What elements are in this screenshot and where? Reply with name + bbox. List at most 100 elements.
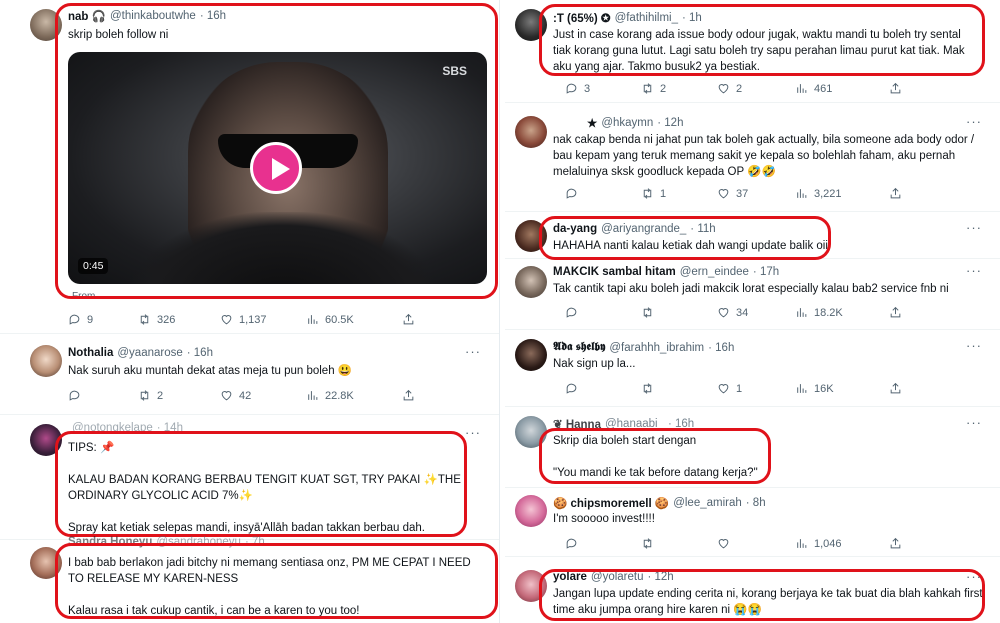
- avatar[interactable]: [515, 570, 547, 602]
- avatar[interactable]: [515, 339, 547, 371]
- tweet[interactable]: MAKCIK sambal hitam @ern_eindee · 17h ··…: [505, 260, 1000, 330]
- share-button[interactable]: [889, 537, 902, 550]
- tweet-time[interactable]: · 8h: [746, 497, 766, 509]
- more-options-button[interactable]: ···: [966, 114, 982, 129]
- author-name[interactable]: Sandra Honeyu: [68, 536, 152, 548]
- author-handle[interactable]: @fathihilmi_: [615, 12, 678, 24]
- tweet-video[interactable]: nab 🎧 @thinkaboutwhe · 16h skrip boleh f…: [0, 0, 499, 334]
- avatar[interactable]: [515, 416, 547, 448]
- avatar[interactable]: [515, 266, 547, 298]
- retweet-button[interactable]: [641, 537, 717, 550]
- author-name[interactable]: yolare: [553, 571, 587, 583]
- more-options-button[interactable]: ···: [966, 569, 982, 584]
- views-count[interactable]: 3,221: [795, 187, 889, 200]
- views-count[interactable]: 461: [795, 82, 889, 95]
- tweet-time[interactable]: · 1h: [682, 12, 702, 24]
- reply-button[interactable]: [565, 382, 641, 395]
- more-options-button[interactable]: ···: [966, 220, 982, 235]
- author-name[interactable]: :T (65%) ✪: [553, 11, 611, 25]
- tweet[interactable]: da-yang @ariyangrande_ · 11h ··· HAHAHA …: [505, 213, 1000, 259]
- share-button[interactable]: [889, 187, 902, 200]
- tweet-time[interactable]: · 16h: [187, 347, 213, 359]
- share-button[interactable]: [402, 313, 415, 326]
- share-button[interactable]: [402, 389, 415, 402]
- share-button[interactable]: [889, 82, 902, 95]
- author-handle[interactable]: @thinkaboutwhe: [110, 10, 196, 22]
- like-button[interactable]: 42: [220, 389, 306, 402]
- like-button[interactable]: 2: [717, 82, 795, 95]
- more-options-button[interactable]: ···: [465, 344, 481, 359]
- like-button[interactable]: 37: [717, 187, 795, 200]
- more-options-button[interactable]: ···: [465, 425, 481, 440]
- tweet[interactable]: ★ @hkaymn · 12h ··· nak cakap benda ni j…: [505, 104, 1000, 212]
- more-options-button[interactable]: ···: [966, 263, 982, 278]
- retweet-button[interactable]: 2: [641, 82, 717, 95]
- views-count[interactable]: 16K: [795, 382, 889, 395]
- views-count[interactable]: 18.2K: [795, 306, 889, 319]
- reply-button[interactable]: [565, 187, 641, 200]
- tweet[interactable]: ❦ Hanna @hanaabi_ · 16h ··· Skrip dia bo…: [505, 408, 1000, 488]
- retweet-button[interactable]: [641, 306, 717, 319]
- author-handle[interactable]: @hanaabi_: [605, 418, 664, 430]
- author-name[interactable]: 🍪 chipsmoremell 🍪: [553, 496, 669, 510]
- reply-button[interactable]: [68, 389, 138, 402]
- reply-button[interactable]: [565, 537, 641, 550]
- tweet-time[interactable]: · 17h: [753, 266, 779, 278]
- tweet-time[interactable]: · 14h: [157, 422, 183, 434]
- tweet[interactable]: 🍪 chipsmoremell 🍪 @lee_amirah · 8h I'm s…: [505, 489, 1000, 557]
- author-handle[interactable]: @notongkelape: [72, 422, 153, 434]
- more-options-button[interactable]: ···: [966, 415, 982, 430]
- tweet-time[interactable]: · 11h: [690, 223, 715, 235]
- author-handle[interactable]: @yolaretu: [591, 571, 644, 583]
- avatar[interactable]: [30, 547, 62, 579]
- author-name[interactable]: ★: [587, 116, 597, 130]
- avatar[interactable]: [515, 220, 547, 252]
- avatar[interactable]: [30, 424, 62, 456]
- author-handle[interactable]: @sandrahoneyu: [156, 536, 241, 548]
- like-button[interactable]: [717, 537, 795, 550]
- author-name[interactable]: da-yang: [553, 223, 597, 235]
- avatar[interactable]: [30, 9, 62, 41]
- views-count[interactable]: 1,046: [795, 537, 889, 550]
- author-handle[interactable]: @hkaymn: [601, 117, 653, 129]
- author-handle[interactable]: @yaanarose: [117, 347, 182, 359]
- avatar[interactable]: [515, 9, 547, 41]
- tweet-time[interactable]: · 12h: [647, 571, 673, 583]
- author-handle[interactable]: @ariyangrande_: [601, 223, 686, 235]
- avatar[interactable]: [515, 116, 547, 148]
- like-button[interactable]: 34: [717, 306, 795, 319]
- reply-button[interactable]: 9: [68, 313, 138, 326]
- tweet-time[interactable]: · 16h: [668, 418, 694, 430]
- tweet-time[interactable]: · 16h: [200, 10, 226, 22]
- author-name[interactable]: ❦ Hanna: [553, 417, 601, 431]
- reply-button[interactable]: 3: [565, 82, 641, 95]
- tweet[interactable]: Nothalia @yaanarose · 16h ··· Nak suruh …: [0, 335, 499, 415]
- tweet[interactable]: Sandra Honeyu @sandrahoneyu · 7h I bab b…: [0, 536, 499, 623]
- avatar[interactable]: [30, 345, 62, 377]
- author-name[interactable]: MAKCIK sambal hitam: [553, 266, 676, 278]
- tweet[interactable]: yolare @yolaretu · 12h ··· Jangan lupa u…: [505, 558, 1000, 623]
- author-name[interactable]: 𝕬𝖉𝖆 𝖘𝖍𝖊𝖑𝖇𝖞: [553, 341, 605, 354]
- retweet-button[interactable]: 1: [641, 187, 717, 200]
- like-button[interactable]: 1: [717, 382, 795, 395]
- tweet[interactable]: @notongkelape · 14h ··· TIPS: 📌 KALAU BA…: [0, 416, 499, 540]
- tweet-time[interactable]: · 16h: [708, 342, 734, 354]
- video-player[interactable]: SBS 0:45: [68, 52, 487, 284]
- author-handle[interactable]: @ern_eindee: [680, 266, 749, 278]
- retweet-button[interactable]: [641, 382, 717, 395]
- author-handle[interactable]: @farahhh_ibrahim: [609, 342, 704, 354]
- tweet[interactable]: :T (65%) ✪ @fathihilmi_ · 1h Just in cas…: [505, 0, 1000, 103]
- views-count[interactable]: 60.5K: [306, 313, 402, 326]
- tweet-time[interactable]: · 12h: [657, 117, 683, 129]
- play-button[interactable]: [250, 142, 302, 194]
- share-button[interactable]: [889, 306, 902, 319]
- avatar[interactable]: [515, 495, 547, 527]
- tweet-time[interactable]: · 7h: [245, 536, 265, 548]
- author-handle[interactable]: @lee_amirah: [673, 497, 742, 509]
- author-name[interactable]: Nothalia: [68, 347, 113, 359]
- share-button[interactable]: [889, 382, 902, 395]
- retweet-button[interactable]: 2: [138, 389, 220, 402]
- reply-button[interactable]: [565, 306, 641, 319]
- tweet[interactable]: 𝕬𝖉𝖆 𝖘𝖍𝖊𝖑𝖇𝖞 @farahhh_ibrahim · 16h ··· Na…: [505, 331, 1000, 407]
- like-button[interactable]: 1,137: [220, 313, 306, 326]
